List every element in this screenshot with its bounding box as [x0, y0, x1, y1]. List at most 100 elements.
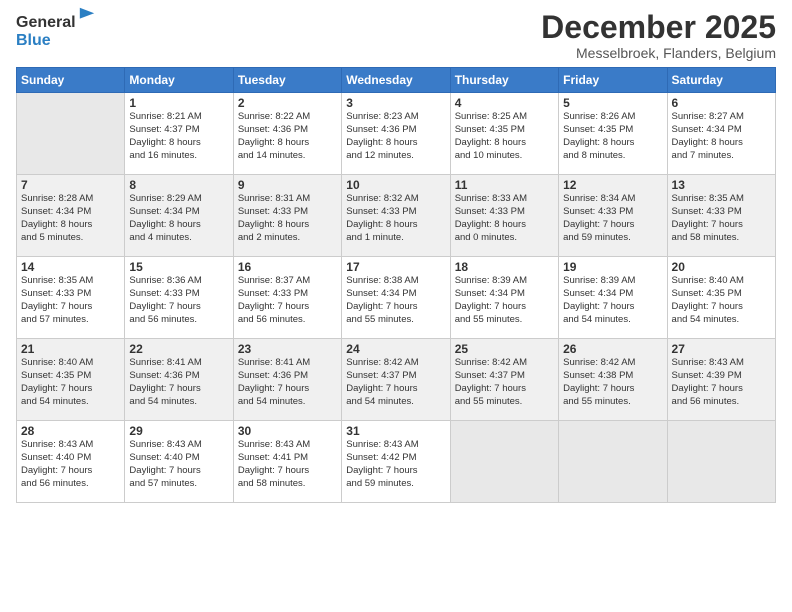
- day-info: Sunrise: 8:38 AM Sunset: 4:34 PM Dayligh…: [346, 275, 445, 326]
- table-row: 31Sunrise: 8:43 AM Sunset: 4:42 PM Dayli…: [342, 421, 450, 503]
- month-title: December 2025: [541, 10, 776, 45]
- day-number: 6: [672, 96, 771, 110]
- day-number: 5: [563, 96, 662, 110]
- day-number: 31: [346, 424, 445, 438]
- day-info: Sunrise: 8:40 AM Sunset: 4:35 PM Dayligh…: [672, 275, 771, 326]
- calendar-week-row: 21Sunrise: 8:40 AM Sunset: 4:35 PM Dayli…: [17, 339, 776, 421]
- calendar-week-row: 7Sunrise: 8:28 AM Sunset: 4:34 PM Daylig…: [17, 175, 776, 257]
- table-row: 18Sunrise: 8:39 AM Sunset: 4:34 PM Dayli…: [450, 257, 558, 339]
- table-row: 5Sunrise: 8:26 AM Sunset: 4:35 PM Daylig…: [559, 93, 667, 175]
- day-info: Sunrise: 8:22 AM Sunset: 4:36 PM Dayligh…: [238, 111, 337, 162]
- table-row: 16Sunrise: 8:37 AM Sunset: 4:33 PM Dayli…: [233, 257, 341, 339]
- day-info: Sunrise: 8:39 AM Sunset: 4:34 PM Dayligh…: [455, 275, 554, 326]
- table-row: 29Sunrise: 8:43 AM Sunset: 4:40 PM Dayli…: [125, 421, 233, 503]
- table-row: 10Sunrise: 8:32 AM Sunset: 4:33 PM Dayli…: [342, 175, 450, 257]
- table-row: 2Sunrise: 8:22 AM Sunset: 4:36 PM Daylig…: [233, 93, 341, 175]
- calendar-header-row: Sunday Monday Tuesday Wednesday Thursday…: [17, 68, 776, 93]
- table-row: 15Sunrise: 8:36 AM Sunset: 4:33 PM Dayli…: [125, 257, 233, 339]
- day-number: 10: [346, 178, 445, 192]
- header-wednesday: Wednesday: [342, 68, 450, 93]
- table-row: [559, 421, 667, 503]
- day-number: 2: [238, 96, 337, 110]
- table-row: 28Sunrise: 8:43 AM Sunset: 4:40 PM Dayli…: [17, 421, 125, 503]
- table-row: 6Sunrise: 8:27 AM Sunset: 4:34 PM Daylig…: [667, 93, 775, 175]
- day-number: 8: [129, 178, 228, 192]
- day-info: Sunrise: 8:43 AM Sunset: 4:40 PM Dayligh…: [21, 439, 120, 490]
- day-info: Sunrise: 8:43 AM Sunset: 4:41 PM Dayligh…: [238, 439, 337, 490]
- day-number: 20: [672, 260, 771, 274]
- day-number: 24: [346, 342, 445, 356]
- logo-general-text: General: [16, 14, 76, 32]
- table-row: [17, 93, 125, 175]
- day-number: 3: [346, 96, 445, 110]
- page: General Blue December 2025 Messelbroek, …: [0, 0, 792, 612]
- day-number: 25: [455, 342, 554, 356]
- day-number: 21: [21, 342, 120, 356]
- logo-icon: [78, 6, 96, 24]
- day-number: 12: [563, 178, 662, 192]
- day-info: Sunrise: 8:43 AM Sunset: 4:42 PM Dayligh…: [346, 439, 445, 490]
- day-number: 13: [672, 178, 771, 192]
- table-row: 21Sunrise: 8:40 AM Sunset: 4:35 PM Dayli…: [17, 339, 125, 421]
- day-info: Sunrise: 8:25 AM Sunset: 4:35 PM Dayligh…: [455, 111, 554, 162]
- day-info: Sunrise: 8:42 AM Sunset: 4:37 PM Dayligh…: [455, 357, 554, 408]
- day-number: 30: [238, 424, 337, 438]
- header-monday: Monday: [125, 68, 233, 93]
- header-thursday: Thursday: [450, 68, 558, 93]
- location: Messelbroek, Flanders, Belgium: [541, 45, 776, 61]
- table-row: 1Sunrise: 8:21 AM Sunset: 4:37 PM Daylig…: [125, 93, 233, 175]
- day-info: Sunrise: 8:42 AM Sunset: 4:37 PM Dayligh…: [346, 357, 445, 408]
- day-number: 9: [238, 178, 337, 192]
- day-number: 28: [21, 424, 120, 438]
- day-info: Sunrise: 8:41 AM Sunset: 4:36 PM Dayligh…: [129, 357, 228, 408]
- day-info: Sunrise: 8:34 AM Sunset: 4:33 PM Dayligh…: [563, 193, 662, 244]
- day-number: 14: [21, 260, 120, 274]
- header-sunday: Sunday: [17, 68, 125, 93]
- table-row: 14Sunrise: 8:35 AM Sunset: 4:33 PM Dayli…: [17, 257, 125, 339]
- day-number: 19: [563, 260, 662, 274]
- table-row: 4Sunrise: 8:25 AM Sunset: 4:35 PM Daylig…: [450, 93, 558, 175]
- calendar-week-row: 28Sunrise: 8:43 AM Sunset: 4:40 PM Dayli…: [17, 421, 776, 503]
- day-number: 23: [238, 342, 337, 356]
- table-row: 17Sunrise: 8:38 AM Sunset: 4:34 PM Dayli…: [342, 257, 450, 339]
- table-row: 25Sunrise: 8:42 AM Sunset: 4:37 PM Dayli…: [450, 339, 558, 421]
- day-number: 4: [455, 96, 554, 110]
- table-row: 3Sunrise: 8:23 AM Sunset: 4:36 PM Daylig…: [342, 93, 450, 175]
- table-row: 30Sunrise: 8:43 AM Sunset: 4:41 PM Dayli…: [233, 421, 341, 503]
- day-info: Sunrise: 8:28 AM Sunset: 4:34 PM Dayligh…: [21, 193, 120, 244]
- day-number: 18: [455, 260, 554, 274]
- day-number: 17: [346, 260, 445, 274]
- day-info: Sunrise: 8:41 AM Sunset: 4:36 PM Dayligh…: [238, 357, 337, 408]
- table-row: 11Sunrise: 8:33 AM Sunset: 4:33 PM Dayli…: [450, 175, 558, 257]
- day-info: Sunrise: 8:40 AM Sunset: 4:35 PM Dayligh…: [21, 357, 120, 408]
- day-info: Sunrise: 8:21 AM Sunset: 4:37 PM Dayligh…: [129, 111, 228, 162]
- table-row: 12Sunrise: 8:34 AM Sunset: 4:33 PM Dayli…: [559, 175, 667, 257]
- logo-blue-text: Blue: [16, 32, 76, 50]
- day-info: Sunrise: 8:36 AM Sunset: 4:33 PM Dayligh…: [129, 275, 228, 326]
- table-row: [667, 421, 775, 503]
- day-info: Sunrise: 8:23 AM Sunset: 4:36 PM Dayligh…: [346, 111, 445, 162]
- day-number: 16: [238, 260, 337, 274]
- table-row: [450, 421, 558, 503]
- day-info: Sunrise: 8:35 AM Sunset: 4:33 PM Dayligh…: [672, 193, 771, 244]
- day-info: Sunrise: 8:33 AM Sunset: 4:33 PM Dayligh…: [455, 193, 554, 244]
- table-row: 26Sunrise: 8:42 AM Sunset: 4:38 PM Dayli…: [559, 339, 667, 421]
- logo: General Blue: [16, 14, 76, 49]
- header: General Blue December 2025 Messelbroek, …: [16, 10, 776, 61]
- day-number: 7: [21, 178, 120, 192]
- day-info: Sunrise: 8:26 AM Sunset: 4:35 PM Dayligh…: [563, 111, 662, 162]
- day-info: Sunrise: 8:39 AM Sunset: 4:34 PM Dayligh…: [563, 275, 662, 326]
- day-number: 27: [672, 342, 771, 356]
- table-row: 24Sunrise: 8:42 AM Sunset: 4:37 PM Dayli…: [342, 339, 450, 421]
- calendar-table: Sunday Monday Tuesday Wednesday Thursday…: [16, 67, 776, 503]
- table-row: 9Sunrise: 8:31 AM Sunset: 4:33 PM Daylig…: [233, 175, 341, 257]
- table-row: 13Sunrise: 8:35 AM Sunset: 4:33 PM Dayli…: [667, 175, 775, 257]
- day-number: 15: [129, 260, 228, 274]
- calendar-week-row: 1Sunrise: 8:21 AM Sunset: 4:37 PM Daylig…: [17, 93, 776, 175]
- table-row: 20Sunrise: 8:40 AM Sunset: 4:35 PM Dayli…: [667, 257, 775, 339]
- day-info: Sunrise: 8:35 AM Sunset: 4:33 PM Dayligh…: [21, 275, 120, 326]
- header-friday: Friday: [559, 68, 667, 93]
- day-number: 11: [455, 178, 554, 192]
- day-number: 26: [563, 342, 662, 356]
- table-row: 22Sunrise: 8:41 AM Sunset: 4:36 PM Dayli…: [125, 339, 233, 421]
